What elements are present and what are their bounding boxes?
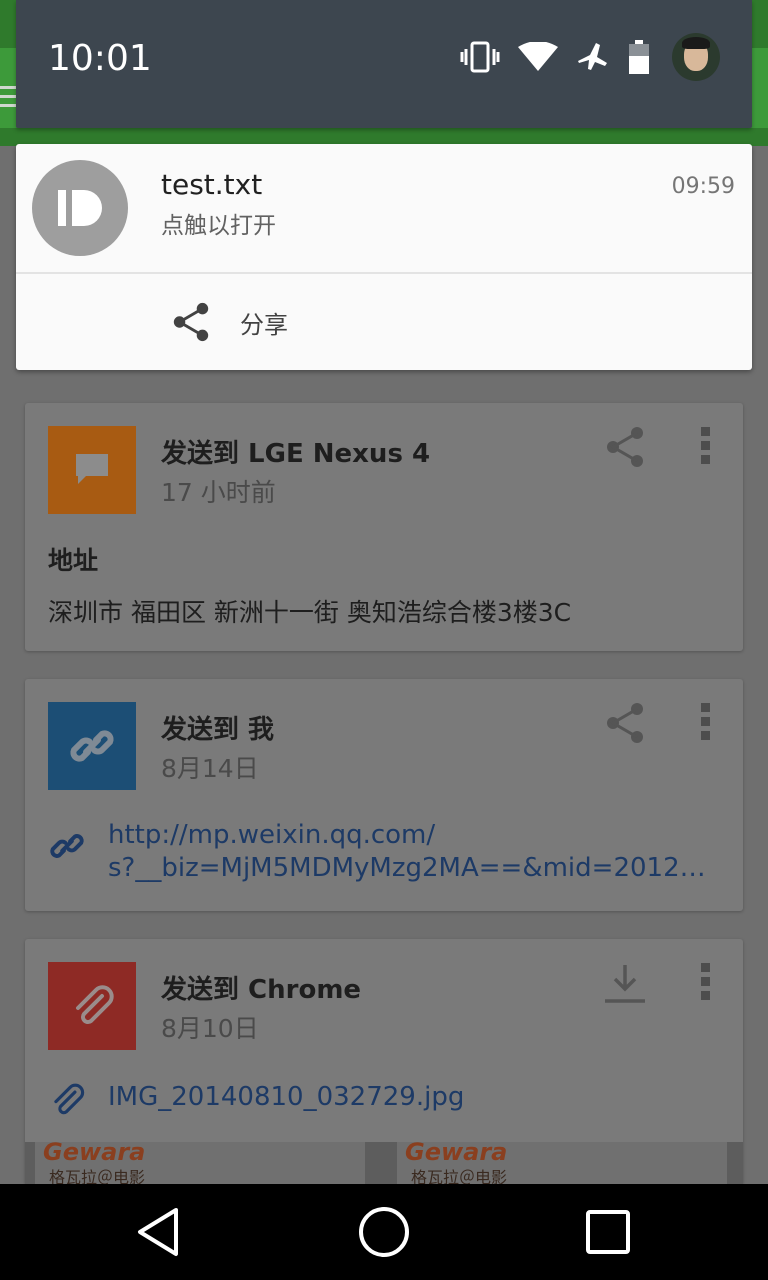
file-notification[interactable]: test.txt 点触以打开 09:59 分享 [16, 144, 752, 370]
vibrate-icon [460, 41, 500, 73]
file-row[interactable]: IMG_20140810_032729.jpg [48, 1081, 718, 1119]
card-timestamp: 8月14日 [161, 754, 259, 783]
link-row[interactable]: http://mp.weixin.qq.com/ s?__biz=MjM5MDM… [48, 819, 718, 885]
status-icons [442, 32, 720, 82]
status-clock: 10:01 [48, 38, 152, 79]
chat-bubble-icon [48, 426, 136, 514]
paperclip-icon [48, 1081, 86, 1119]
share-button[interactable]: 分享 [170, 298, 288, 346]
more-options-icon[interactable] [697, 427, 713, 467]
card-title: 发送到 Chrome [161, 975, 362, 1005]
user-avatar[interactable] [672, 33, 720, 81]
notification-subtitle: 点触以打开 [161, 213, 276, 239]
wifi-icon [518, 42, 558, 71]
recents-icon[interactable] [580, 1204, 636, 1260]
card-timestamp: 8月10日 [161, 1014, 259, 1043]
download-icon[interactable] [603, 961, 647, 1005]
divider [16, 272, 752, 274]
share-button-label: 分享 [240, 310, 288, 339]
more-options-icon[interactable] [697, 963, 713, 1003]
battery-icon [629, 40, 649, 74]
card-timestamp: 17 小时前 [161, 478, 276, 507]
notification-time: 09:59 [671, 174, 735, 199]
home-icon[interactable] [356, 1204, 412, 1260]
share-icon[interactable] [603, 701, 647, 745]
share-icon [173, 302, 209, 342]
card-title: 发送到 我 [161, 715, 275, 745]
address-label: 地址 [48, 546, 99, 575]
back-icon[interactable] [130, 1204, 186, 1260]
paperclip-icon [48, 962, 136, 1050]
card-title: 发送到 LGE Nexus 4 [161, 439, 431, 469]
link-url-line: s?__biz=MjM5MDMyMzg2MA==&mid=2012091… [108, 853, 718, 883]
airplane-icon [578, 43, 607, 70]
push-card-address[interactable]: 发送到 LGE Nexus 4 17 小时前 地址 深圳市 福田区 新洲十一街 … [25, 403, 743, 651]
more-options-icon[interactable] [697, 703, 713, 743]
link-url[interactable]: http://mp.weixin.qq.com/ s?__biz=MjM5MDM… [108, 819, 718, 885]
navigation-bar [0, 1184, 768, 1280]
notification-shade-header[interactable]: 10:01 [16, 0, 752, 128]
address-value: 深圳市 福田区 新洲十一街 奥知浩综合楼3楼3C [48, 598, 572, 627]
link-icon [48, 819, 86, 858]
gewara-photo-right: Gewara 格瓦拉＠电影 [397, 1142, 727, 1184]
share-icon[interactable] [603, 425, 647, 469]
image-preview[interactable]: Gewara 格瓦拉＠电影 Gewara 格瓦拉＠电影 [25, 1142, 743, 1184]
file-name[interactable]: IMG_20140810_032729.jpg [108, 1081, 718, 1114]
link-url-line: http://mp.weixin.qq.com/ [108, 820, 436, 850]
pushbullet-icon [32, 160, 128, 256]
link-icon [48, 702, 136, 790]
notification-title: test.txt [161, 168, 263, 201]
gewara-photo-left: Gewara 格瓦拉＠电影 [35, 1142, 365, 1184]
push-card-link[interactable]: 发送到 我 8月14日 http://mp.weixin.qq.com/ s?_… [25, 679, 743, 911]
